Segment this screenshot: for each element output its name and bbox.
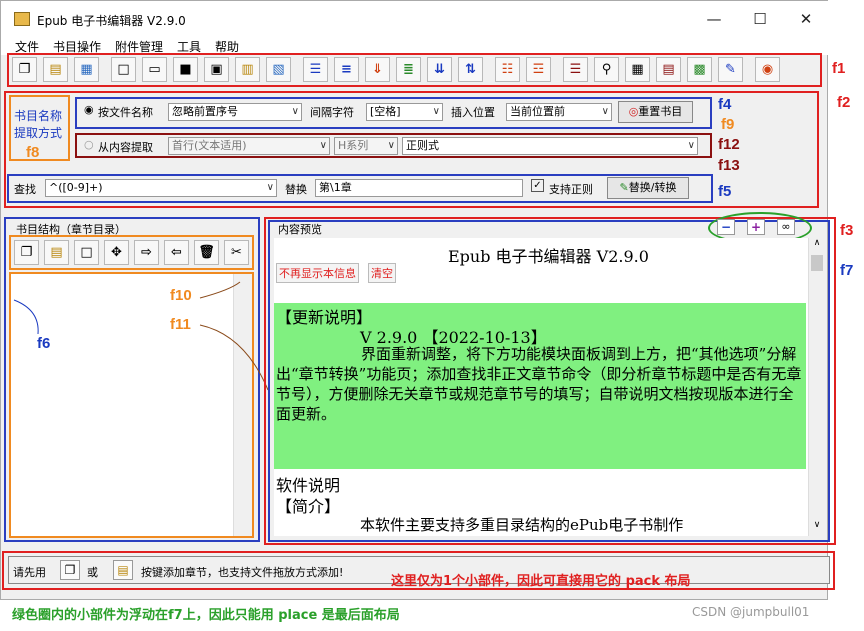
status-text-2: 或 (87, 566, 98, 579)
hide-info-button[interactable]: 不再显示本信息 (276, 263, 359, 283)
status-note: 这里仅为1个小部件，因此可直接用它的 pack 布局 (391, 574, 691, 589)
zoom-in-icon[interactable]: + (747, 219, 765, 235)
scroll-up-icon[interactable]: ∧ (809, 238, 825, 248)
clear-button[interactable]: 清空 (368, 263, 396, 283)
label-f3: f3 (840, 222, 854, 239)
preview-scrollbar[interactable]: ∧ ∨ (808, 238, 825, 536)
scroll-thumb[interactable] (811, 255, 823, 271)
update-header: 【更新说明】 (276, 308, 373, 327)
status-text-3: 按键添加章节，也支持文件拖放方式添加! (141, 566, 344, 579)
scroll-down-icon[interactable]: ∨ (809, 520, 825, 530)
watermark: CSDN @jumpbull01 (692, 605, 810, 619)
intro-body: 本软件主要支持多重目录结构的ePub电子书制作 (360, 516, 684, 534)
preview-title: 内容预览 (278, 223, 322, 236)
status-copy-icon: ❐ (60, 560, 80, 580)
leader-line-f10 (199, 281, 241, 299)
update-body: 界面重新调整，将下方功能模块面板调到上方，把“其他选项”分解出“章节转换”功能页… (276, 345, 802, 423)
zoom-out-icon[interactable]: − (717, 219, 735, 235)
leader-line-f11 (199, 324, 269, 391)
leader-line-f6 (13, 299, 39, 335)
label-f7: f7 (840, 262, 854, 279)
reading-mode-icon[interactable]: ∞ (777, 219, 795, 235)
status-text-1: 请先用 (13, 566, 46, 579)
bottom-note: 绿色圈内的小部件为浮动在f7上，因此只能用 place 是最后面布局 (12, 608, 400, 623)
preview-heading: Epub 电子书编辑器 V2.9.0 (448, 247, 649, 266)
intro-title: 【简介】 (276, 497, 341, 516)
status-paste-icon: ▤ (113, 560, 133, 580)
preview-content: Epub 电子书编辑器 V2.9.0 不再显示本信息 清空 【更新说明】 V 2… (274, 238, 808, 536)
